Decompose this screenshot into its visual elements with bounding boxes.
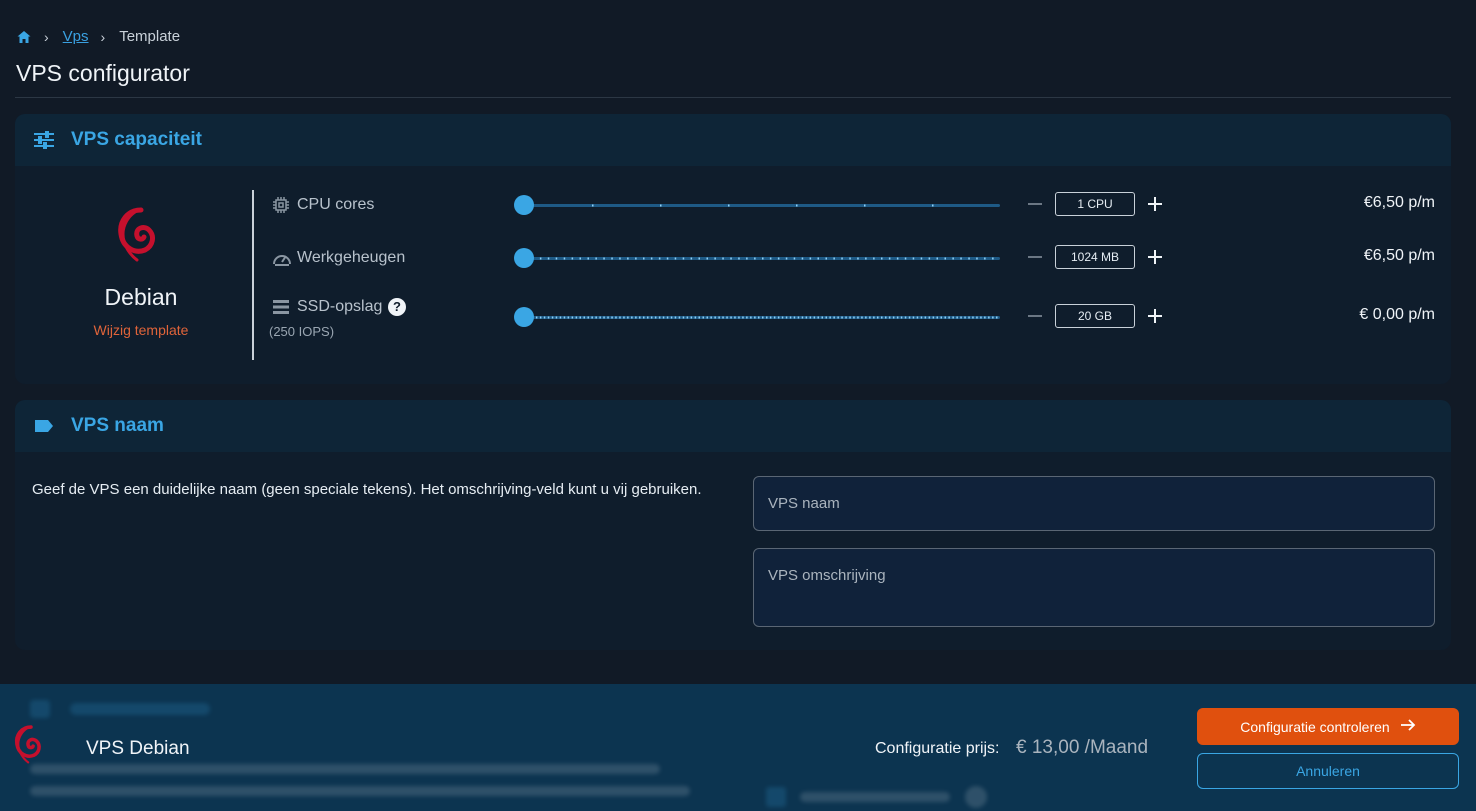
label-icon	[33, 415, 55, 437]
help-icon[interactable]: ?	[388, 298, 406, 316]
ghost-header	[30, 698, 220, 720]
check-configuration-button[interactable]: Configuratie controleren	[1197, 708, 1459, 745]
slider-knob[interactable]	[514, 307, 534, 327]
minus-icon[interactable]	[1027, 249, 1043, 265]
home-icon[interactable]	[16, 29, 32, 45]
memory-label: Werkgeheugen	[297, 249, 406, 266]
storage-value[interactable]: 20 GB	[1055, 304, 1135, 328]
config-price: € 13,00 /Maand	[1016, 737, 1149, 758]
sliders-icon	[33, 129, 55, 151]
gauge-icon	[272, 249, 291, 267]
slider-knob[interactable]	[514, 248, 534, 268]
config-price-label: Configuratie prijs:	[875, 740, 1000, 757]
breadcrumb-link-vps[interactable]: Vps	[63, 28, 89, 45]
cpu-value[interactable]: 1 CPU	[1055, 192, 1135, 216]
name-description: Geef de VPS een duidelijke naam (geen sp…	[32, 481, 702, 498]
cpu-label: CPU cores	[297, 196, 375, 213]
storage-price: € 0,00 p/m	[1359, 306, 1435, 323]
slider-ticks	[592, 204, 934, 207]
cancel-button[interactable]: Annuleren	[1197, 753, 1459, 789]
cpu-row: CPU cores 1 CPU €6,50 p/m	[15, 192, 1451, 222]
ghost-text	[30, 762, 700, 802]
memory-slider[interactable]	[514, 248, 1000, 268]
debian-logo-icon	[11, 720, 51, 768]
vps-description-textarea[interactable]: VPS omschrijving	[753, 548, 1435, 627]
page-title: VPS configurator	[16, 60, 190, 86]
divider	[15, 97, 1451, 98]
memory-value[interactable]: 1024 MB	[1055, 245, 1135, 269]
memory-row: Werkgeheugen 1024 MB €6,50 p/m	[15, 245, 1451, 275]
arrow-right-icon	[1400, 718, 1416, 735]
capacity-card: VPS capaciteit Debian Wijzig template CP…	[15, 114, 1451, 384]
slider-ticks	[531, 257, 994, 260]
storage-row: SSD-opslag ? (250 IOPS) 20 GB € 0,00 p/m	[15, 298, 1451, 339]
plus-icon[interactable]	[1146, 195, 1164, 213]
check-configuration-label: Configuratie controleren	[1240, 718, 1390, 735]
summary-title: VPS Debian	[86, 738, 190, 759]
minus-icon[interactable]	[1027, 196, 1043, 212]
cpu-price: €6,50 p/m	[1363, 194, 1435, 211]
minus-icon[interactable]	[1027, 308, 1043, 324]
storage-iops: (250 IOPS)	[269, 324, 335, 339]
name-card-header: VPS naam	[15, 400, 1451, 452]
vps-name-input[interactable]: VPS naam	[753, 476, 1435, 531]
chevron-right-icon: ›	[100, 28, 106, 45]
cpu-icon	[272, 196, 290, 214]
capacity-card-header: VPS capaciteit	[15, 114, 1451, 166]
capacity-card-title: VPS capaciteit	[71, 129, 202, 150]
plus-icon[interactable]	[1146, 307, 1164, 325]
cpu-slider[interactable]	[514, 195, 1000, 215]
storage-slider[interactable]	[514, 307, 1000, 327]
storage-label: SSD-opslag	[297, 298, 383, 315]
memory-price: €6,50 p/m	[1363, 247, 1435, 264]
slider-knob[interactable]	[514, 195, 534, 215]
storage-icon	[272, 298, 290, 316]
name-card-title: VPS naam	[71, 415, 164, 436]
chevron-right-icon: ›	[44, 28, 49, 45]
summary-footer: VPS Debian Configuratie prijs: € 13,00 /…	[0, 684, 1476, 811]
breadcrumb: › Vps › Template	[16, 28, 180, 45]
slider-ticks	[528, 316, 998, 319]
plus-icon[interactable]	[1146, 248, 1164, 266]
ghost-checkbox	[766, 784, 996, 810]
breadcrumb-current: Template	[119, 28, 181, 45]
name-card: VPS naam Geef de VPS een duidelijke naam…	[15, 400, 1451, 650]
